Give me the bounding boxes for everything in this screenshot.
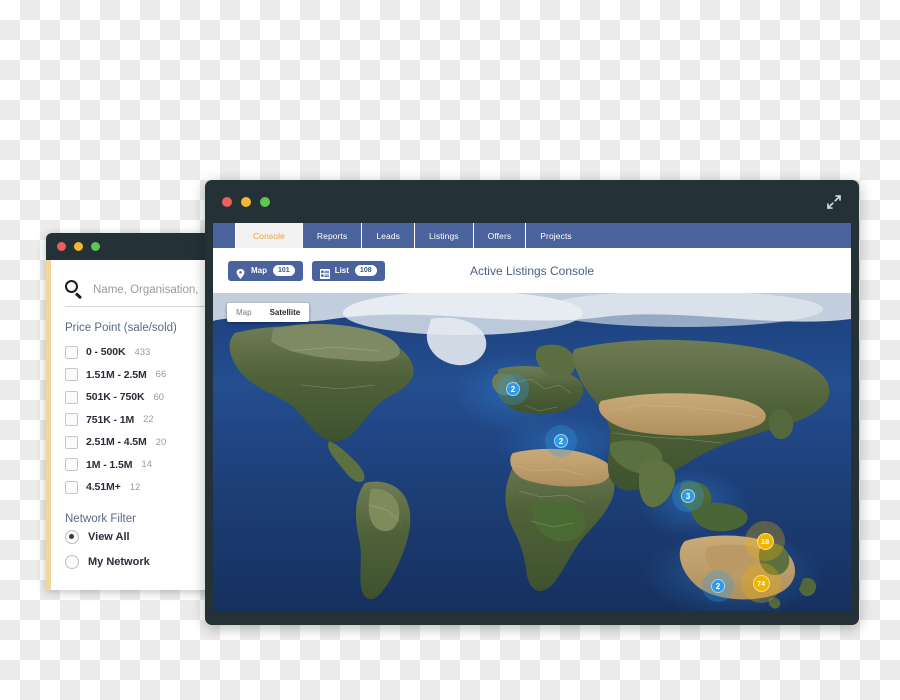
view-toolbar: Map 101 List 108 Active Listings Console [213,248,851,293]
checkbox-icon[interactable] [65,458,78,472]
filter-option-label: 751K - 1M [86,413,135,426]
search-icon [65,280,84,299]
tab-console[interactable]: Console [236,223,303,248]
checkbox-icon[interactable] [65,435,78,449]
minimize-button[interactable] [74,242,83,251]
map-type-controls: Map Satellite [227,303,310,322]
tab-offers[interactable]: Offers [474,223,527,248]
window-controls [222,196,270,207]
network-option-view-all[interactable]: View All [65,525,222,550]
map-view-button[interactable]: Map 101 [228,260,303,281]
filter-option-count: 433 [134,346,151,358]
network-option-my-network[interactable]: My Network [65,550,222,575]
filter-option-count: 12 [129,481,141,493]
close-button[interactable] [57,242,66,251]
minimize-button[interactable] [241,196,251,207]
close-button[interactable] [222,196,232,207]
search-input[interactable] [93,283,210,296]
tab-listings[interactable]: Listings [415,223,474,248]
console-content: Console Reports Leads Listings Offers Pr… [213,223,851,611]
maximize-button[interactable] [260,196,270,207]
filter-option-label: 2.51M - 4.5M [86,436,147,449]
filter-option-0[interactable]: 0 - 500K 433 [65,341,222,364]
maximize-button[interactable] [91,242,100,251]
filter-option-3[interactable]: 751K - 1M 22 [65,409,222,432]
map-marker-cluster-2[interactable]: 3 [681,489,695,503]
filter-option-2[interactable]: 501K - 750K 60 [65,386,222,409]
expand-arrows-icon[interactable] [825,193,843,211]
map-marker-cluster-4[interactable]: 2 [711,579,725,593]
map-type-satellite-button[interactable]: Satellite [261,303,310,322]
filter-option-count: 60 [153,391,165,403]
map-pin-icon [236,266,245,279]
filter-option-1[interactable]: 1.51M - 2.5M 66 [65,364,222,387]
screenshot-stage: Price Point (sale/sold) 0 - 500K 433 1.5… [0,0,900,700]
console-window: Console Reports Leads Listings Offers Pr… [205,180,859,625]
price-point-heading: Price Point (sale/sold) [65,322,177,334]
world-map-satellite [213,293,851,611]
filter-option-count: 22 [143,414,154,426]
tab-bar-logo-slot [213,223,236,248]
console-window-titlebar[interactable] [205,180,859,223]
list-view-button[interactable]: List 108 [311,260,385,281]
filter-option-label: 1M - 1.5M [86,458,133,471]
tab-bar-filler [585,223,851,248]
filter-option-5[interactable]: 1M - 1.5M 14 [65,454,222,477]
tab-reports[interactable]: Reports [303,223,363,248]
map-view-badge: 101 [273,265,295,276]
map-type-map-button[interactable]: Map [227,303,261,322]
checkbox-icon[interactable] [65,480,78,494]
filter-panel: Price Point (sale/sold) 0 - 500K 433 1.5… [46,260,222,590]
network-filter-heading: Network Filter [65,512,136,525]
map-marker-cluster-0[interactable]: 2 [506,382,520,396]
list-view-badge: 108 [354,265,377,276]
filter-option-label: 501K - 750K [86,391,145,404]
checkbox-icon[interactable] [65,413,78,427]
search-underline [65,306,208,307]
tab-projects[interactable]: Projects [526,223,586,248]
network-filter-options: View All My Network [65,525,222,575]
map-marker-cluster-1[interactable]: 2 [554,434,568,448]
filter-option-label: 4.51M+ [86,481,121,494]
radio-icon-selected[interactable] [65,530,79,544]
filter-option-count: 14 [141,459,152,471]
radio-icon[interactable] [65,555,79,569]
checkbox-icon[interactable] [65,345,78,359]
filter-window-titlebar[interactable] [46,233,222,260]
list-icon [319,266,330,279]
filter-option-count: 66 [155,369,167,381]
map-view-label: Map [251,266,267,275]
network-option-label: View All [88,531,130,543]
filter-option-4[interactable]: 2.51M - 4.5M 20 [65,431,222,454]
search-row [65,260,222,299]
page-title: Active Listings Console [469,263,595,278]
checkbox-icon[interactable] [65,368,78,382]
filter-option-label: 1.51M - 2.5M [86,368,147,381]
filter-option-count: 20 [155,436,167,448]
filter-option-6[interactable]: 4.51M+ 12 [65,476,222,499]
map-marker-cluster-5[interactable]: 74 [752,574,770,592]
checkbox-icon[interactable] [65,390,78,404]
filter-window: Price Point (sale/sold) 0 - 500K 433 1.5… [46,233,222,590]
tab-bar: Console Reports Leads Listings Offers Pr… [213,223,851,248]
map-view[interactable]: Map Satellite 2 2 3 18 2 74 [213,293,851,611]
map-marker-cluster-3[interactable]: 18 [756,532,774,550]
price-point-options: 0 - 500K 433 1.51M - 2.5M 66 501K - 750K… [65,341,222,499]
tab-leads[interactable]: Leads [362,223,416,248]
list-view-label: List [334,266,349,275]
network-option-label: My Network [88,556,150,568]
filter-option-label: 0 - 500K [86,346,126,359]
